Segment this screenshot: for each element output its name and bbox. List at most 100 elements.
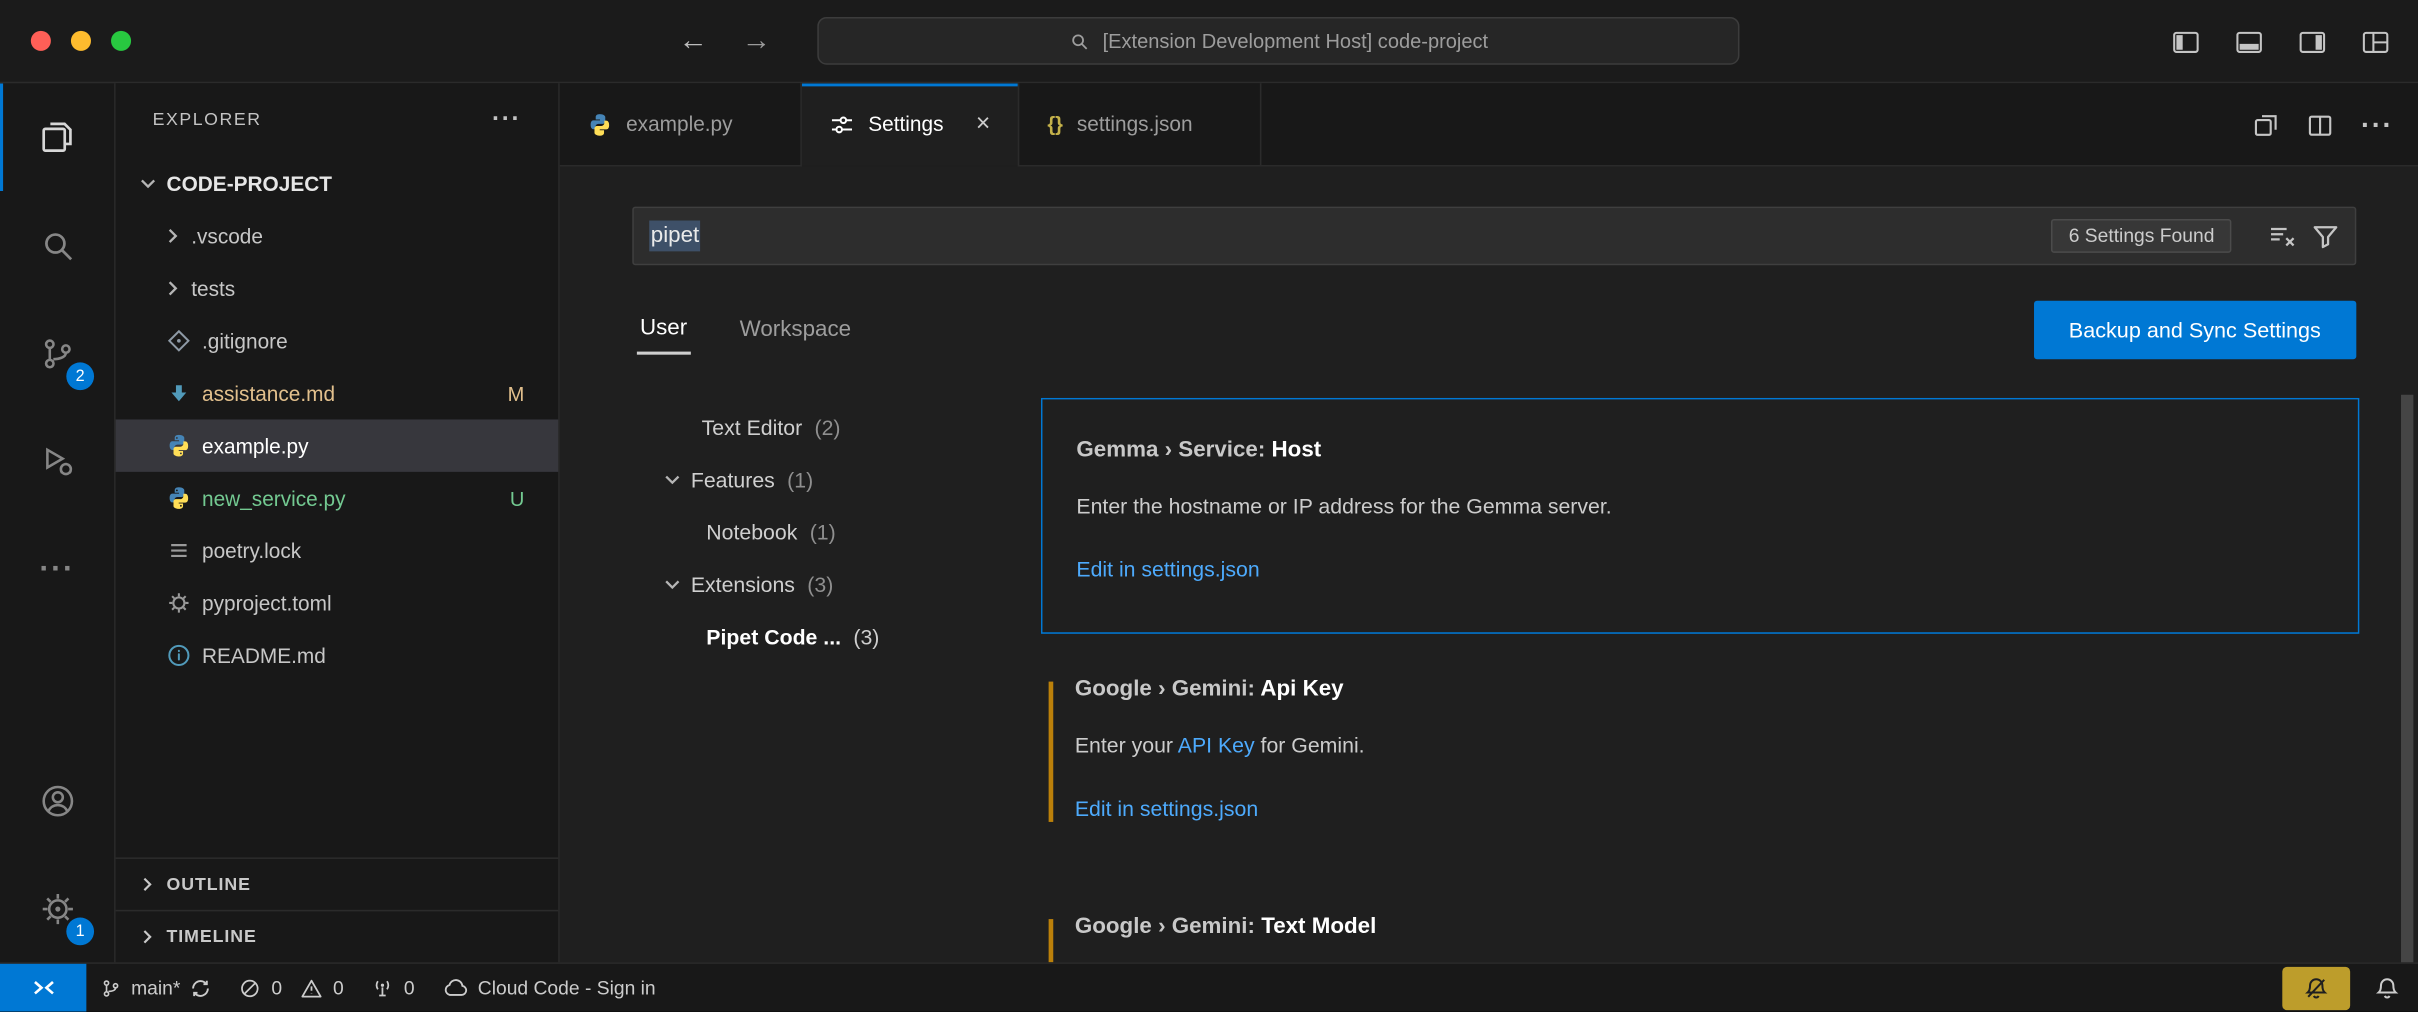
setting-google-gemini-text-model[interactable]: Google › Gemini: Text Model bbox=[1041, 902, 2359, 959]
activity-settings[interactable]: 1 bbox=[0, 854, 114, 962]
activity-source-control[interactable]: 2 bbox=[0, 299, 114, 407]
tree-root-folder[interactable]: CODE-PROJECT bbox=[116, 157, 559, 209]
tree-item-gitignore[interactable]: .gitignore bbox=[116, 315, 559, 367]
sync-icon bbox=[190, 977, 212, 999]
tab-label: Settings bbox=[868, 113, 943, 136]
maximize-window-button[interactable] bbox=[111, 31, 131, 51]
tree-item-assistance-md[interactable]: assistance.md M bbox=[116, 367, 559, 419]
split-editor-icon[interactable] bbox=[2307, 112, 2333, 138]
toc-pipet-code[interactable]: Pipet Code ... (3) bbox=[621, 611, 1025, 663]
cloud-code-status-item[interactable]: Cloud Code - Sign in bbox=[428, 964, 669, 1012]
tree-item-new-service-py[interactable]: new_service.py U bbox=[116, 472, 559, 524]
activity-accounts[interactable] bbox=[0, 746, 114, 854]
file-label: pyproject.toml bbox=[202, 591, 332, 614]
setting-gemma-service-host[interactable]: Gemma › Service: Host Enter the hostname… bbox=[1041, 398, 2359, 634]
remote-indicator[interactable] bbox=[0, 964, 86, 1012]
person-icon bbox=[38, 781, 77, 820]
editor-actions: ··· bbox=[2253, 83, 2393, 166]
setting-title: Google › Gemini: Api Key bbox=[1075, 675, 2326, 703]
close-window-button[interactable] bbox=[31, 31, 51, 51]
minimize-window-button[interactable] bbox=[71, 31, 91, 51]
tree-item-poetry-lock[interactable]: poetry.lock bbox=[116, 524, 559, 576]
setting-category: Google › Gemini: bbox=[1075, 914, 1255, 939]
toc-notebook[interactable]: Notebook (1) bbox=[621, 506, 1025, 558]
toc-features[interactable]: Features (1) bbox=[621, 453, 1025, 505]
tree-item-example-py[interactable]: example.py bbox=[116, 419, 559, 471]
sidebar-header: EXPLORER ··· bbox=[116, 83, 559, 157]
sidebar-bottom-sections: OUTLINE TIMELINE bbox=[116, 857, 559, 962]
braces-icon: {} bbox=[1047, 113, 1063, 136]
gear-icon bbox=[167, 591, 192, 616]
toc-count: (1) bbox=[787, 468, 813, 491]
settings-badge: 1 bbox=[66, 918, 94, 946]
toggle-sidebar-icon[interactable] bbox=[2171, 27, 2200, 56]
edit-in-settings-json-link[interactable]: Edit in settings.json bbox=[1075, 796, 2326, 824]
scope-tab-user[interactable]: User bbox=[637, 305, 690, 354]
toc-count: (2) bbox=[815, 416, 841, 439]
toggle-panel-icon[interactable] bbox=[2234, 27, 2263, 56]
filter-icon[interactable] bbox=[2312, 222, 2340, 250]
setting-title: Google › Gemini: Text Model bbox=[1075, 913, 2326, 941]
git-untracked-badge: U bbox=[510, 487, 524, 510]
settings-scrollbar[interactable] bbox=[2401, 395, 2413, 962]
sidebar-title: EXPLORER bbox=[153, 111, 262, 130]
file-label: example.py bbox=[202, 434, 308, 457]
clear-search-filters-icon[interactable] bbox=[2268, 222, 2296, 250]
setting-name: Host bbox=[1272, 438, 1322, 463]
tab-example-py[interactable]: example.py bbox=[560, 83, 802, 165]
toggle-secondary-sidebar-icon[interactable] bbox=[2298, 27, 2327, 56]
warning-icon bbox=[301, 977, 323, 999]
open-changes-icon[interactable] bbox=[2253, 112, 2279, 138]
outline-section[interactable]: OUTLINE bbox=[116, 857, 559, 909]
customize-layout-icon[interactable] bbox=[2361, 27, 2390, 56]
window-controls bbox=[31, 31, 131, 51]
back-arrow-icon[interactable]: ← bbox=[679, 25, 708, 59]
activity-bar: 2 ··· 1 bbox=[0, 83, 116, 962]
description-text: for Gemini. bbox=[1255, 734, 1365, 757]
do-not-disturb-status-item[interactable] bbox=[2282, 966, 2350, 1009]
search-icon bbox=[38, 226, 77, 265]
branch-status-item[interactable]: main* bbox=[86, 964, 225, 1012]
tree-item-pyproject-toml[interactable]: pyproject.toml bbox=[116, 577, 559, 629]
more-actions-icon[interactable]: ··· bbox=[2361, 109, 2393, 141]
forward-arrow-icon[interactable]: → bbox=[742, 25, 771, 59]
chevron-down-icon bbox=[660, 467, 685, 492]
file-label: .vscode bbox=[191, 224, 263, 247]
toc-label: Extensions bbox=[621, 573, 794, 596]
scope-tab-workspace[interactable]: Workspace bbox=[737, 307, 855, 353]
close-icon[interactable]: × bbox=[976, 112, 990, 137]
tree-item-readme-md[interactable]: README.md bbox=[116, 629, 559, 681]
toc-extensions[interactable]: Extensions (3) bbox=[621, 558, 1025, 610]
tab-settings-json[interactable]: {} settings.json bbox=[1020, 83, 1262, 165]
timeline-section[interactable]: TIMELINE bbox=[116, 910, 559, 962]
tab-settings[interactable]: Settings × bbox=[802, 83, 1020, 165]
error-icon bbox=[239, 977, 261, 999]
chevron-right-icon bbox=[160, 276, 185, 301]
tree-item-vscode[interactable]: .vscode bbox=[116, 210, 559, 262]
toc-text-editor[interactable]: Text Editor (2) bbox=[621, 401, 1025, 453]
settings-toc: Text Editor (2) Features (1) Notebook (1… bbox=[621, 401, 1025, 663]
search-icon bbox=[1069, 30, 1091, 52]
settings-search-input[interactable]: pipet 6 Settings Found bbox=[632, 207, 2356, 266]
notifications-status-item[interactable] bbox=[2372, 964, 2418, 1012]
ports-status-item[interactable]: 0 bbox=[358, 964, 429, 1012]
activity-run-debug[interactable] bbox=[0, 407, 114, 515]
tree-item-tests[interactable]: tests bbox=[116, 262, 559, 314]
problems-status-item[interactable]: 0 0 bbox=[225, 964, 357, 1012]
bell-slash-icon bbox=[2304, 975, 2329, 1000]
edit-in-settings-json-link[interactable]: Edit in settings.json bbox=[1076, 557, 2324, 585]
info-icon bbox=[167, 643, 192, 668]
python-icon bbox=[167, 486, 192, 511]
file-tree: CODE-PROJECT .vscode tests bbox=[116, 157, 559, 681]
remote-icon bbox=[30, 975, 56, 1001]
command-center[interactable]: [Extension Development Host] code-projec… bbox=[817, 17, 1739, 65]
activity-more[interactable]: ··· bbox=[0, 515, 114, 623]
api-key-link[interactable]: API Key bbox=[1178, 734, 1255, 757]
sidebar-more-actions-icon[interactable]: ··· bbox=[492, 106, 521, 134]
chevron-right-icon bbox=[136, 925, 159, 948]
activity-search[interactable] bbox=[0, 191, 114, 299]
backup-sync-settings-button[interactable]: Backup and Sync Settings bbox=[2033, 301, 2356, 360]
files-icon bbox=[37, 117, 77, 157]
setting-google-gemini-api-key[interactable]: Google › Gemini: Api Key Enter your API … bbox=[1041, 665, 2359, 842]
activity-explorer[interactable] bbox=[0, 83, 114, 191]
